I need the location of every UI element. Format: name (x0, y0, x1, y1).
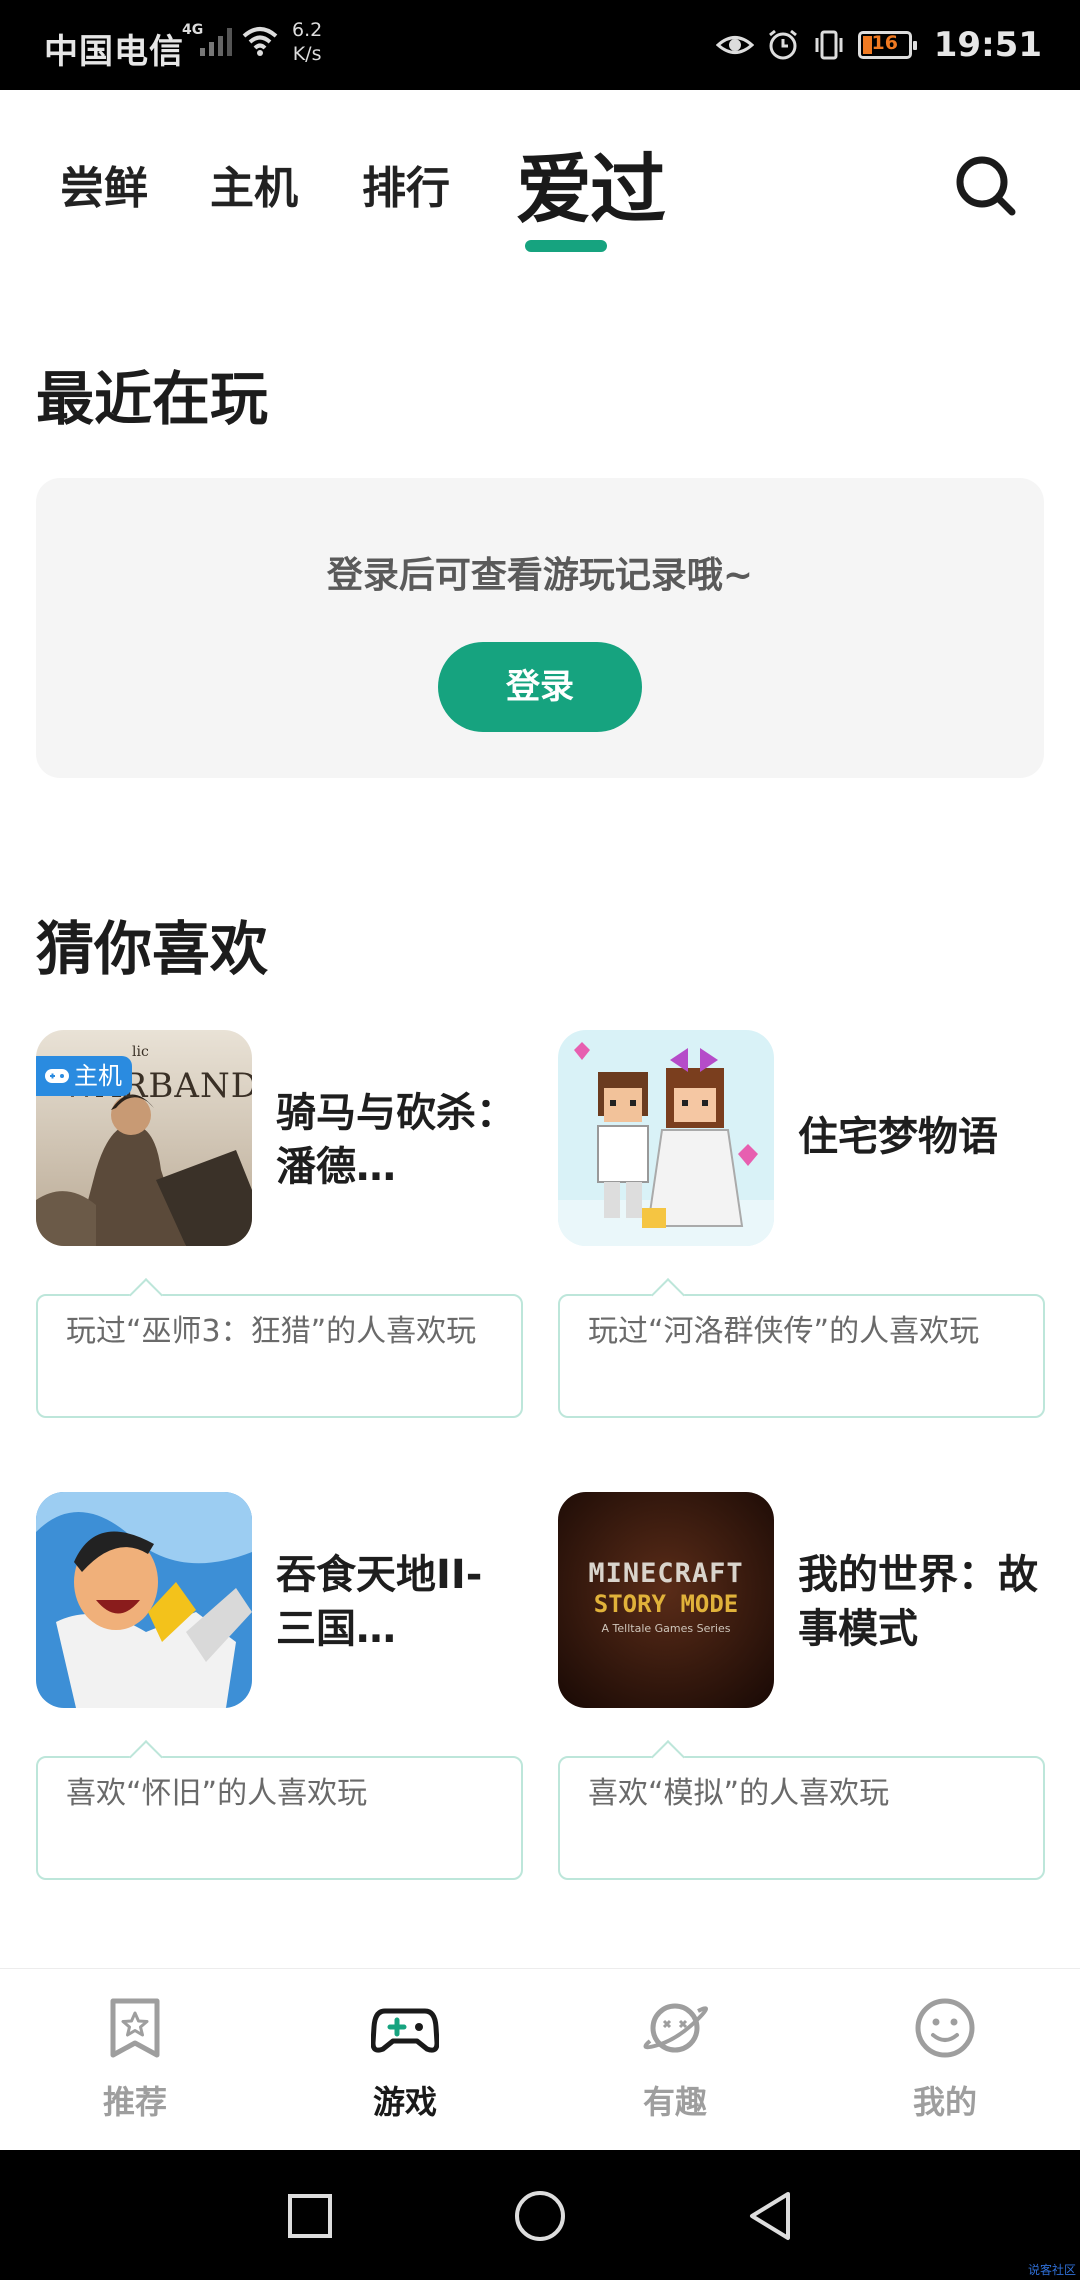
game-card: MINECRAFT STORY MODE A Telltale Games Se… (558, 1492, 1045, 1892)
nav-label: 推荐 (102, 2083, 167, 2121)
badge-label: 主机 (74, 1062, 122, 1090)
recent-apps-icon[interactable] (280, 2186, 340, 2246)
back-icon[interactable] (740, 2186, 800, 2246)
gamepad-icon (371, 2008, 439, 2053)
wifi-icon (242, 27, 278, 56)
game-title[interactable]: 住宅梦物语 (798, 1110, 1038, 1164)
tab-paihang[interactable]: 排行 (362, 152, 450, 216)
game-card: 住宅梦物语 玩过“河洛群侠传”的人喜欢玩 (558, 1030, 1045, 1430)
system-navigation-bar: 说客社区 (0, 2150, 1080, 2280)
active-tab-indicator (525, 240, 607, 252)
nav-item-fun[interactable]: 有趣 (540, 1969, 810, 2151)
nav-item-games[interactable]: 游戏 (270, 1969, 540, 2151)
search-icon[interactable] (950, 150, 1020, 220)
eye-icon (715, 36, 754, 54)
game-icon-warband[interactable]: WARBAND lic 主机 (36, 1030, 252, 1246)
nav-label: 有趣 (642, 2083, 707, 2121)
game-title[interactable]: 我的世界：故事模式 (798, 1548, 1038, 1656)
gamepad-badge-icon (45, 1069, 69, 1083)
recommend-reason[interactable]: 喜欢“模拟”的人喜欢玩 (558, 1740, 1045, 1880)
nav-item-mine[interactable]: 我的 (810, 1969, 1080, 2151)
game-card: WARBAND lic 主机 骑马与砍杀：潘德… 玩过“巫师3：狂猎”的人喜欢玩 (36, 1030, 523, 1430)
alarm-icon (768, 29, 797, 60)
watermark: 说客社区 (1027, 2263, 1076, 2277)
console-badge: 主机 (36, 1056, 132, 1096)
network-speed: 6.2 K/s (292, 19, 323, 65)
vibrate-icon (815, 30, 843, 60)
login-button[interactable]: 登录 (438, 642, 642, 732)
icon-text-minecraft: MINECRAFT (588, 1558, 744, 1589)
nav-item-recommend[interactable]: 推荐 (0, 1969, 270, 2151)
tab-aiguo[interactable]: 爱过 (516, 128, 666, 238)
icon-text-telltale: A Telltale Games Series (601, 1622, 731, 1635)
signal-icon (200, 28, 232, 56)
carrier-name: 中国电信 (44, 32, 184, 72)
icon-text-storymode: STORY MODE (593, 1590, 739, 1618)
recommend-reason[interactable]: 玩过“巫师3：狂猎”的人喜欢玩 (36, 1278, 523, 1418)
battery-icon: 16 (857, 31, 917, 59)
status-bar: 中国电信 4G 6.2 K/s 16 19:51 (0, 0, 1080, 90)
recommend-section-title: 猜你喜欢 (36, 915, 269, 983)
home-icon[interactable] (510, 2186, 570, 2246)
nav-label: 我的 (912, 2083, 977, 2121)
game-icon-tunshi[interactable] (36, 1492, 252, 1708)
game-icon-minecraft[interactable]: MINECRAFT STORY MODE A Telltale Games Se… (558, 1492, 774, 1708)
bookmark-star-icon (110, 1998, 160, 2058)
tab-zhuji[interactable]: 主机 (210, 152, 298, 216)
smiley-icon (915, 1998, 975, 2058)
planet-icon (643, 2003, 708, 2053)
game-icon-house-story[interactable] (558, 1030, 774, 1246)
top-tab-bar: 尝鲜 主机 排行 爱过 (0, 90, 1080, 270)
nav-label: 游戏 (372, 2083, 437, 2121)
login-hint: 登录后可查看游玩记录哦~ (326, 555, 754, 596)
recent-section-title: 最近在玩 (36, 365, 269, 433)
game-card: 吞食天地II-三国… 喜欢“怀旧”的人喜欢玩 (36, 1492, 523, 1892)
tab-changxian[interactable]: 尝鲜 (60, 152, 148, 216)
icon-text-small: lic (132, 1044, 149, 1060)
clock: 19:51 (933, 25, 1042, 65)
game-title[interactable]: 骑马与砍杀：潘德… (276, 1086, 516, 1194)
recommend-reason[interactable]: 喜欢“怀旧”的人喜欢玩 (36, 1740, 523, 1880)
bottom-navigation: 推荐 游戏 有趣 我的 (0, 1968, 1080, 2151)
recent-login-card: 登录后可查看游玩记录哦~ 登录 (36, 478, 1044, 778)
game-title[interactable]: 吞食天地II-三国… (276, 1548, 516, 1656)
recommend-reason[interactable]: 玩过“河洛群侠传”的人喜欢玩 (558, 1278, 1045, 1418)
